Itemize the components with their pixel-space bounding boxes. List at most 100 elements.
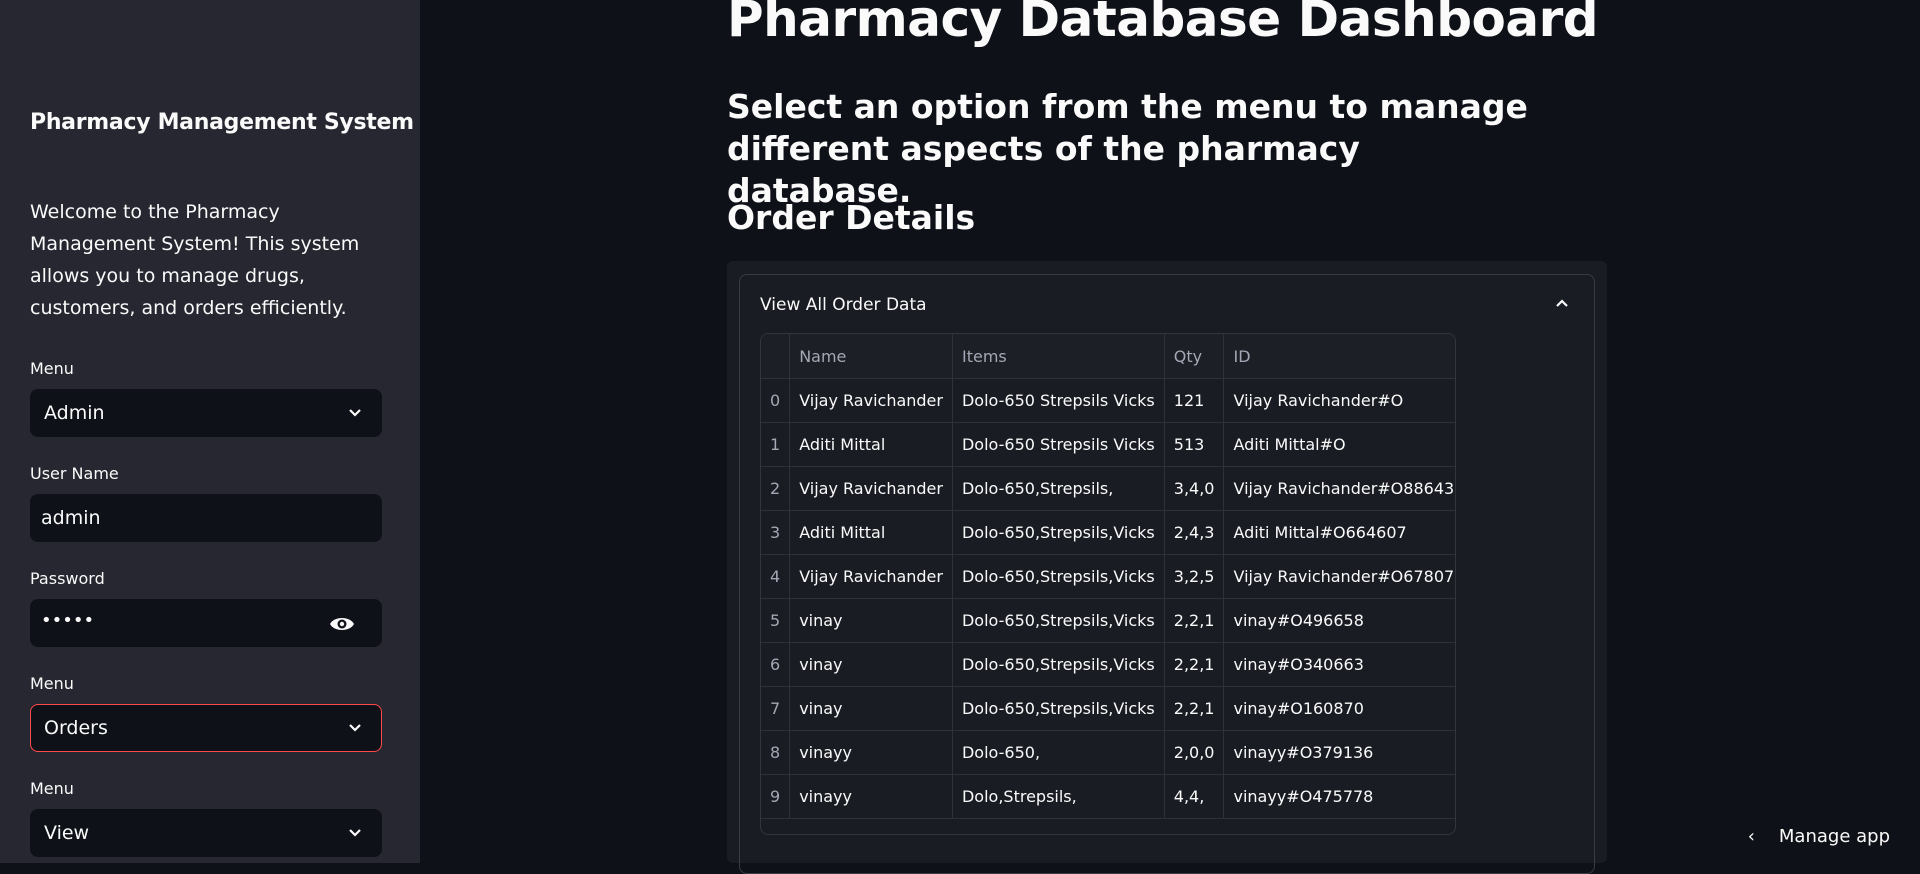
table-cell[interactable]: Vijay Ravichander#O <box>1223 378 1455 423</box>
page-title: Pharmacy Database Dashboard <box>727 0 1599 48</box>
row-index[interactable]: 6 <box>761 642 791 687</box>
username-value: admin <box>41 507 101 529</box>
row-index[interactable]: 7 <box>761 686 791 731</box>
table-cell[interactable]: vinay <box>789 642 953 687</box>
password-label: Password <box>30 569 105 588</box>
table-cell[interactable]: vinayy#O379136 <box>1223 730 1455 775</box>
table-cell[interactable]: Dolo-650 Strepsils Vicks <box>952 422 1165 467</box>
table-cell[interactable]: Aditi Mittal#O664607 <box>1223 510 1455 555</box>
row-index[interactable]: 4 <box>761 554 791 599</box>
row-index[interactable]: 8 <box>761 730 791 775</box>
menu-label: Menu <box>30 674 74 693</box>
table-cell[interactable]: Dolo-650,Strepsils,Vicks <box>952 686 1165 731</box>
table-cell[interactable]: 2,0,0 <box>1164 730 1225 775</box>
table-cell[interactable]: Vijay Ravichander#O678075 <box>1223 554 1455 599</box>
order-panel: View All Order Data Name Items Qty ID 0V… <box>727 261 1607 874</box>
row-index[interactable]: 9 <box>761 774 791 819</box>
table-cell[interactable]: vinay#O160870 <box>1223 686 1455 731</box>
table-row[interactable]: 8 vinayy Dolo-650, 2,0,0 vinayy#O379136 <box>761 730 1455 775</box>
table-cell[interactable]: Aditi Mittal <box>789 422 953 467</box>
manage-app-button[interactable]: ‹ Manage app <box>1748 826 1890 847</box>
role-select-value: Admin <box>44 402 105 424</box>
row-index[interactable]: 5 <box>761 598 791 643</box>
table-cell[interactable]: 513 <box>1164 422 1225 467</box>
row-index[interactable]: 3 <box>761 510 791 555</box>
column-header-qty[interactable]: Qty <box>1164 334 1225 379</box>
sidebar: Pharmacy Management System Welcome to th… <box>0 0 420 863</box>
table-cell[interactable]: Dolo-650, <box>952 730 1165 775</box>
chevron-down-icon <box>349 724 361 732</box>
table-cell[interactable]: Dolo-650 Strepsils Vicks <box>952 378 1165 423</box>
table-cell[interactable]: Dolo-650,Strepsils,Vicks <box>952 510 1165 555</box>
table-cell[interactable]: vinayy#O475778 <box>1223 774 1455 819</box>
column-header-items[interactable]: Items <box>952 334 1165 379</box>
table-cell[interactable]: 2,2,1 <box>1164 642 1225 687</box>
table-cell[interactable]: Dolo-650,Strepsils, <box>952 466 1165 511</box>
table-cell[interactable]: Vijay Ravichander <box>789 378 953 423</box>
table-cell[interactable]: vinayy <box>789 774 953 819</box>
table-cell[interactable]: 3,4,0 <box>1164 466 1225 511</box>
table-cell[interactable]: Vijay Ravichander <box>789 466 953 511</box>
manage-app-label: Manage app <box>1778 826 1890 847</box>
table-row[interactable]: 3 Aditi Mittal Dolo-650,Strepsils,Vicks 2,4… <box>761 510 1455 555</box>
table-cell[interactable]: 2,2,1 <box>1164 686 1225 731</box>
table-cell[interactable]: Vijay Ravichander#O886439 <box>1223 466 1455 511</box>
expander-title[interactable]: View All Order Data <box>760 295 927 315</box>
page-subtitle: Select an option from the menu to manage… <box>727 87 1528 210</box>
table-cell[interactable]: Vijay Ravichander <box>789 554 953 599</box>
table-cell[interactable]: Dolo-650,Strepsils,Vicks <box>952 642 1165 687</box>
table-row[interactable]: 7 vinay Dolo-650,Strepsils,Vicks 2,2,1 vinay… <box>761 686 1455 731</box>
section-select-value: Orders <box>44 717 108 739</box>
table-header-row: Name Items Qty ID <box>761 334 1455 379</box>
orders-table[interactable]: Name Items Qty ID 0 Vijay Ravichander Dolo… <box>760 333 1456 835</box>
table-cell[interactable]: 3,2,5 <box>1164 554 1225 599</box>
action-select[interactable]: View <box>30 809 382 857</box>
eye-icon[interactable] <box>329 612 355 636</box>
chevron-up-icon[interactable] <box>1552 293 1572 313</box>
table-cell[interactable]: vinay <box>789 686 953 731</box>
table-cell[interactable]: Aditi Mittal <box>789 510 953 555</box>
order-data-expander[interactable]: View All Order Data Name Items Qty ID 0V… <box>739 274 1595 874</box>
table-cell[interactable]: 2,2,1 <box>1164 598 1225 643</box>
table-row[interactable]: 2 Vijay Ravichander Dolo-650,Strepsils, 3,4… <box>761 466 1455 511</box>
menu-label: Menu <box>30 779 74 798</box>
username-label: User Name <box>30 464 119 483</box>
table-row[interactable]: 0 Vijay Ravichander Dolo-650 Strepsils Vic… <box>761 378 1455 423</box>
table-cell[interactable]: 121 <box>1164 378 1225 423</box>
row-index[interactable]: 1 <box>761 422 791 467</box>
chevron-down-icon <box>349 829 361 837</box>
chevron-left-icon: ‹ <box>1747 826 1755 847</box>
table-cell[interactable]: Aditi Mittal#O <box>1223 422 1455 467</box>
table-row[interactable]: 1 Aditi Mittal Dolo-650 Strepsils Vicks 513… <box>761 422 1455 467</box>
column-header-index[interactable] <box>761 334 791 379</box>
action-select-value: View <box>44 822 90 844</box>
sidebar-title: Pharmacy Management System <box>30 110 414 135</box>
table-cell[interactable]: Dolo-650,Strepsils,Vicks <box>952 554 1165 599</box>
chevron-down-icon <box>349 409 361 417</box>
main-content: Pharmacy Database Dashboard Select an op… <box>420 0 1920 874</box>
username-input[interactable]: admin <box>30 494 382 542</box>
role-select[interactable]: Admin <box>30 389 382 437</box>
row-index[interactable]: 2 <box>761 466 791 511</box>
row-index[interactable]: 0 <box>761 378 791 423</box>
table-row[interactable]: 4 Vijay Ravichander Dolo-650,Strepsils,Vic… <box>761 554 1455 599</box>
section-title: Order Details <box>727 198 976 237</box>
column-header-name[interactable]: Name <box>789 334 953 379</box>
table-cell[interactable]: 4,4, <box>1164 774 1225 819</box>
table-cell[interactable]: 2,4,3 <box>1164 510 1225 555</box>
welcome-text: Welcome to the Pharmacy Management Syste… <box>30 201 360 319</box>
section-select[interactable]: Orders <box>30 704 382 752</box>
password-input[interactable]: ••••• <box>30 599 382 647</box>
table-cell[interactable]: vinayy <box>789 730 953 775</box>
password-value: ••••• <box>41 610 95 631</box>
table-row[interactable]: 6 vinay Dolo-650,Strepsils,Vicks 2,2,1 vinay… <box>761 642 1455 687</box>
table-cell[interactable]: Dolo-650,Strepsils,Vicks <box>952 598 1165 643</box>
table-cell[interactable]: vinay <box>789 598 953 643</box>
menu-label: Menu <box>30 359 74 378</box>
table-cell[interactable]: vinay#O340663 <box>1223 642 1455 687</box>
table-cell[interactable]: Dolo,Strepsils, <box>952 774 1165 819</box>
table-row[interactable]: 5 vinay Dolo-650,Strepsils,Vicks 2,2,1 vinay… <box>761 598 1455 643</box>
table-row[interactable]: 9 vinayy Dolo,Strepsils, 4,4, vinayy#O475778 <box>761 774 1455 819</box>
column-header-id[interactable]: ID <box>1223 334 1455 379</box>
table-cell[interactable]: vinay#O496658 <box>1223 598 1455 643</box>
